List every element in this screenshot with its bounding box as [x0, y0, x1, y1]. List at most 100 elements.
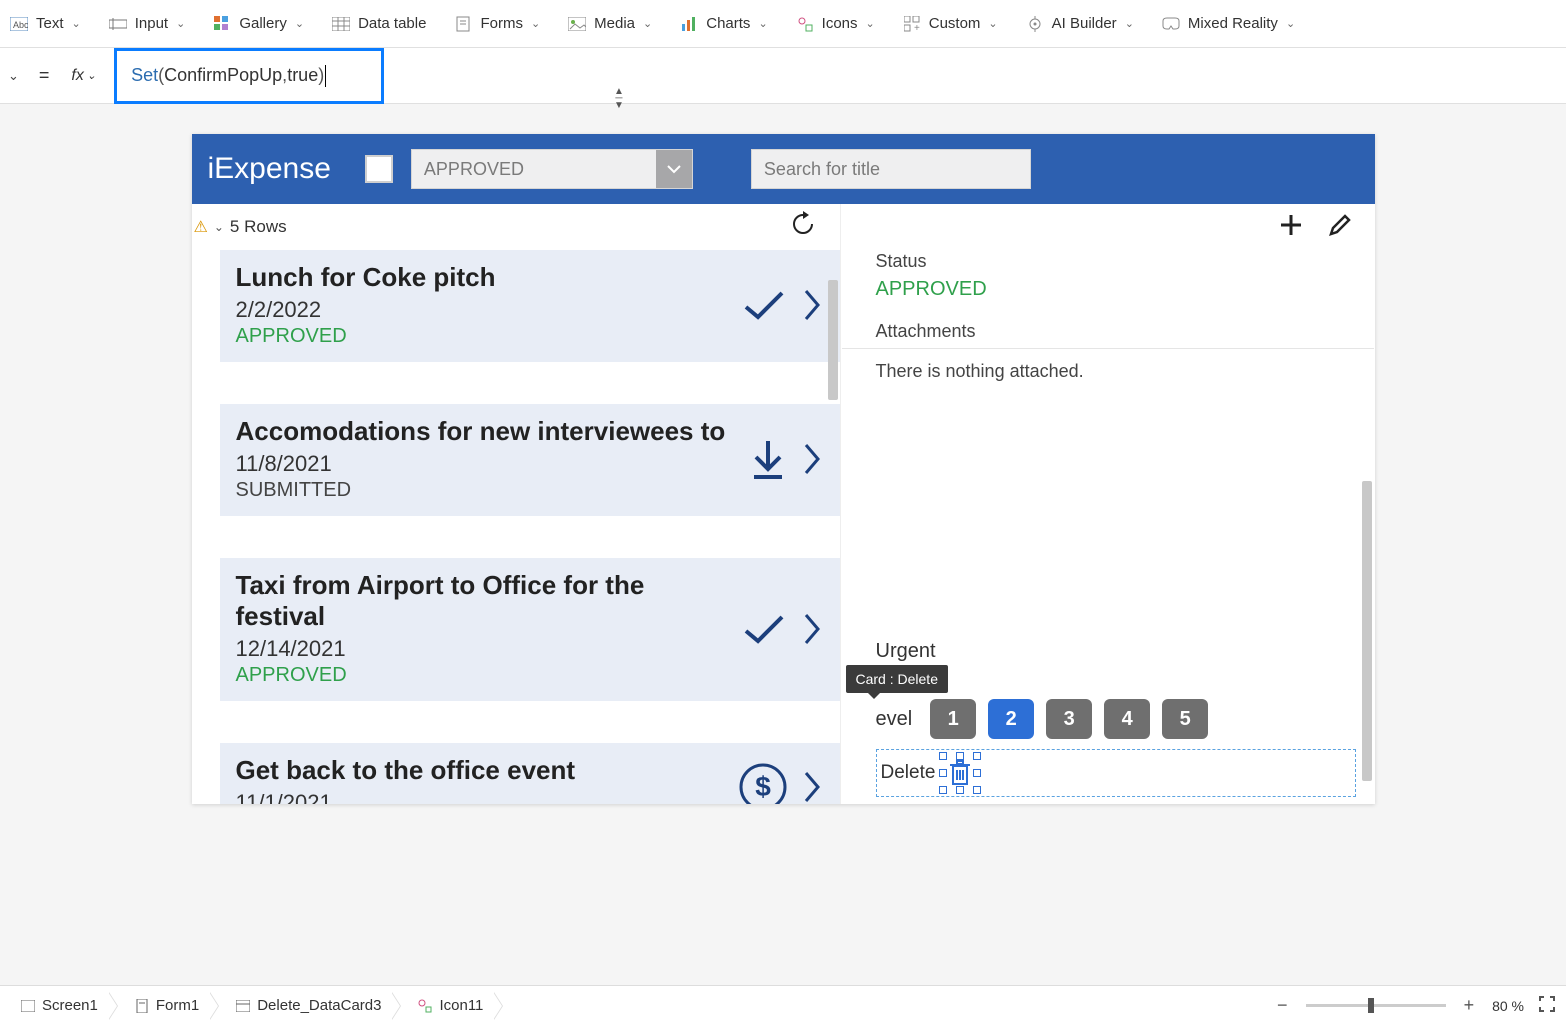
check-icon[interactable]: [740, 611, 788, 647]
card-date: 12/14/2021: [236, 636, 740, 662]
refresh-icon[interactable]: [790, 211, 816, 243]
property-dropdown[interactable]: ⌄: [6, 64, 21, 88]
formula-arg2: true: [287, 65, 318, 86]
formula-input[interactable]: Set(ConfirmPopUp, true): [114, 48, 384, 104]
card-icon: [235, 998, 251, 1014]
card-title: Get back to the office event: [236, 755, 738, 786]
search-input[interactable]: Search for title: [751, 149, 1031, 189]
ribbon-label: Custom: [929, 15, 981, 32]
delete-datacard[interactable]: Delete: [876, 749, 1356, 797]
ribbon-datatable[interactable]: Data table: [332, 15, 426, 33]
chevron-right-icon[interactable]: [802, 441, 822, 477]
level-button-5[interactable]: 5: [1162, 699, 1208, 739]
ribbon-label: Charts: [706, 15, 750, 32]
list-item[interactable]: Get back to the office event 11/1/2021 $: [220, 743, 840, 804]
list-gallery[interactable]: Lunch for Coke pitch 2/2/2022 APPROVED A…: [192, 250, 840, 804]
formula-bar: ⌄ = fx⌄ Set(ConfirmPopUp, true) ▲─▼: [0, 48, 1566, 104]
row-count: 5 Rows: [230, 217, 287, 237]
formula-arg1: ConfirmPopUp: [164, 65, 282, 86]
custom-icon: +: [903, 15, 921, 33]
divider: [842, 348, 1374, 349]
list-item[interactable]: Taxi from Airport to Office for the fest…: [220, 558, 840, 701]
svg-text:+: +: [914, 23, 920, 32]
detail-actions: [841, 204, 1375, 250]
zoom-value: 80 %: [1492, 998, 1524, 1014]
breadcrumb-datacard[interactable]: Delete_DataCard3: [225, 992, 393, 1020]
urgent-label: Urgent: [876, 640, 1360, 663]
ribbon-input[interactable]: Input ⌄: [109, 15, 186, 33]
row-count-bar: ⚠ ⌄ 5 Rows: [192, 204, 840, 250]
card-status: APPROVED: [236, 325, 740, 348]
ribbon-label: Input: [135, 15, 168, 32]
chevron-down-icon: ⌄: [72, 17, 81, 30]
chevron-right-icon[interactable]: [802, 287, 822, 323]
scrollbar-thumb[interactable]: [1362, 481, 1372, 781]
crumb-label: Screen1: [42, 997, 98, 1014]
gallery-icon: [213, 15, 231, 33]
ribbon-label: AI Builder: [1052, 15, 1117, 32]
download-icon[interactable]: [748, 437, 788, 481]
formula-resize-handle[interactable]: ▲─▼: [614, 88, 624, 109]
ribbon-label: Forms: [480, 15, 523, 32]
list-column: ⚠ ⌄ 5 Rows Lunch for Coke pitch 2/2/2022…: [192, 204, 840, 804]
breadcrumb-form[interactable]: Form1: [124, 992, 211, 1020]
level-button-4[interactable]: 4: [1104, 699, 1150, 739]
ribbon-text[interactable]: Abc Text ⌄: [10, 15, 81, 33]
breadcrumb-screen[interactable]: Screen1: [10, 992, 110, 1020]
ribbon-charts[interactable]: Charts ⌄: [680, 15, 767, 33]
ribbon-mixedreality[interactable]: Mixed Reality ⌄: [1162, 15, 1295, 33]
zoom-slider[interactable]: [1306, 1004, 1446, 1007]
edit-icon[interactable]: [1327, 212, 1353, 243]
chevron-down-icon: ⌄: [866, 17, 875, 30]
ribbon-label: Mixed Reality: [1188, 15, 1278, 32]
filter-checkbox[interactable]: [365, 155, 393, 183]
ribbon-icons[interactable]: Icons ⌄: [796, 15, 875, 33]
crumb-label: Form1: [156, 997, 199, 1014]
ribbon-custom[interactable]: + Custom ⌄: [903, 15, 998, 33]
chevron-right-icon[interactable]: [802, 769, 822, 805]
card-title: Accomodations for new interviewees to: [236, 416, 748, 447]
fx-label[interactable]: fx⌄: [67, 67, 100, 85]
card-date: 11/8/2021: [236, 451, 748, 477]
scrollbar-thumb[interactable]: [828, 280, 838, 400]
delete-label: Delete: [881, 762, 936, 784]
fullscreen-icon[interactable]: [1538, 995, 1556, 1017]
chevron-down-icon[interactable]: [656, 150, 692, 188]
svg-text:Abc: Abc: [13, 20, 28, 30]
app-header: iExpense APPROVED Search for title: [192, 134, 1375, 204]
chevron-right-icon[interactable]: [802, 611, 822, 647]
attachments-empty: There is nothing attached.: [876, 361, 1346, 382]
chevron-down-icon[interactable]: ⌄: [214, 220, 224, 234]
insert-ribbon: Abc Text ⌄ Input ⌄ Gallery ⌄ Data table …: [0, 0, 1566, 48]
status-bar: Screen1 Form1 Delete_DataCard3 Icon11 − …: [0, 985, 1566, 1025]
ribbon-gallery[interactable]: Gallery ⌄: [213, 15, 304, 33]
chevron-down-icon: ⌄: [643, 17, 652, 30]
warning-icon: ⚠: [194, 217, 208, 237]
status-filter-dropdown[interactable]: APPROVED: [411, 149, 693, 189]
zoom-in-button[interactable]: +: [1460, 995, 1479, 1016]
trash-icon[interactable]: [943, 756, 977, 790]
ribbon-aibuilder[interactable]: AI Builder ⌄: [1026, 15, 1134, 33]
add-icon[interactable]: [1277, 211, 1305, 244]
status-value: APPROVED: [876, 278, 1346, 301]
form-icon: [134, 998, 150, 1014]
status-label: Status: [876, 251, 1346, 272]
ribbon-forms[interactable]: Forms ⌄: [454, 15, 540, 33]
crumb-label: Delete_DataCard3: [257, 997, 381, 1014]
zoom-slider-thumb[interactable]: [1368, 998, 1374, 1013]
ribbon-media[interactable]: Media ⌄: [568, 15, 652, 33]
breadcrumb-icon[interactable]: Icon11: [407, 992, 495, 1020]
screen-icon: [20, 998, 36, 1014]
list-item[interactable]: Lunch for Coke pitch 2/2/2022 APPROVED: [220, 250, 840, 362]
chevron-down-icon: ⌄: [988, 17, 997, 30]
level-button-2[interactable]: 2: [988, 699, 1034, 739]
check-icon[interactable]: [740, 287, 788, 323]
zoom-out-button[interactable]: −: [1273, 995, 1292, 1016]
card-title: Lunch for Coke pitch: [236, 262, 740, 293]
level-button-1[interactable]: 1: [930, 699, 976, 739]
charts-icon: [680, 15, 698, 33]
dollar-icon[interactable]: $: [738, 762, 788, 805]
icons-icon: [796, 15, 814, 33]
level-button-3[interactable]: 3: [1046, 699, 1092, 739]
list-item[interactable]: Accomodations for new interviewees to 11…: [220, 404, 840, 516]
